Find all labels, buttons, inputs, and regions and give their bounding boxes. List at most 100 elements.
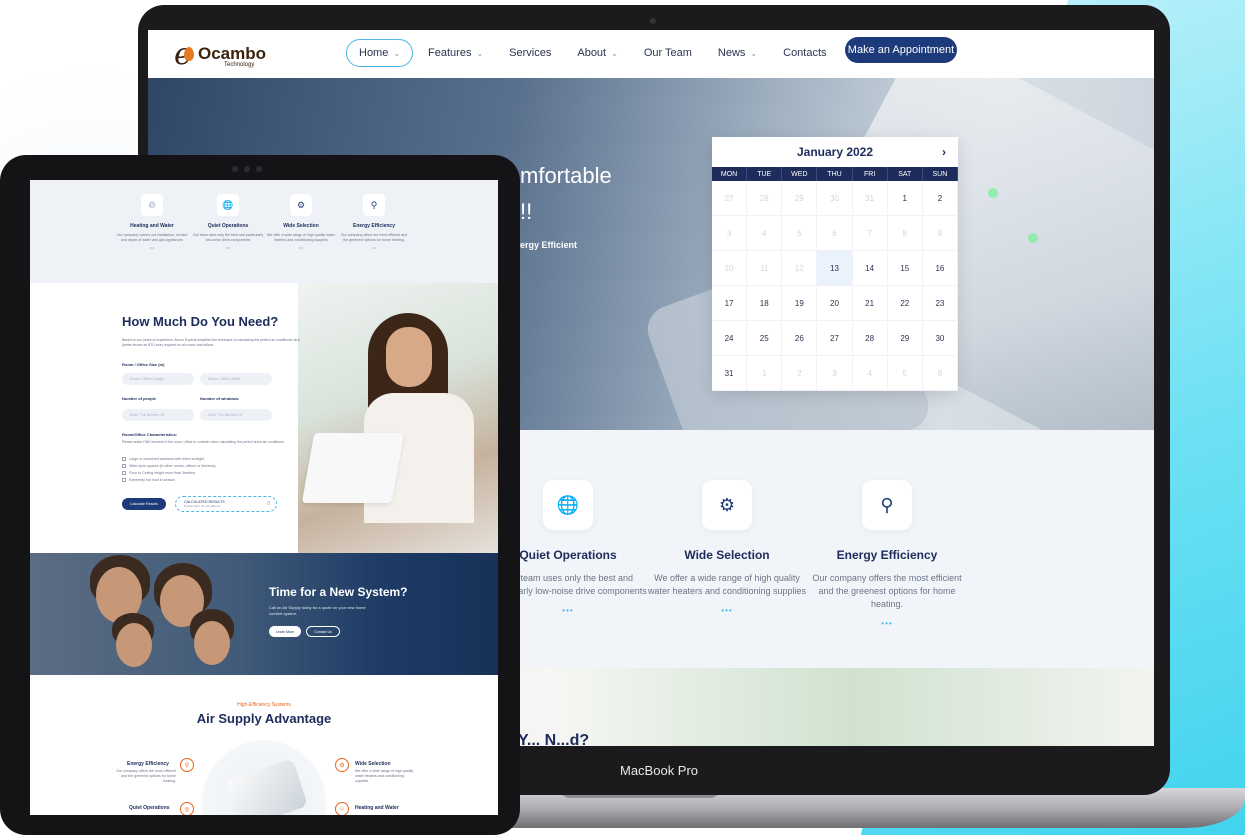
calendar-day[interactable]: 24 bbox=[712, 321, 748, 356]
calendar-day: 6 bbox=[922, 356, 958, 391]
contact-us-button[interactable]: Contact Us bbox=[306, 626, 340, 637]
people-label: Number of people bbox=[122, 396, 157, 401]
calendar-day: 6 bbox=[817, 216, 853, 251]
characteristics-label: Room/Office Characteristics: bbox=[122, 432, 178, 437]
gear-icon: ⚙ bbox=[335, 758, 349, 772]
people-input[interactable]: Enter The Number Of bbox=[122, 409, 194, 421]
more-dots-icon[interactable]: ••• bbox=[192, 245, 264, 250]
room-length-input[interactable]: Room / Office Length bbox=[122, 373, 194, 385]
calendar-day[interactable]: 31 bbox=[712, 356, 748, 391]
calendar-days-grid: 27 28 29 30 31 1 2 3 4 5 6 7 8 9 10 11 12 13 14 15 16 17 18 19 2… bbox=[712, 181, 958, 391]
calendar-day[interactable]: 23 bbox=[922, 286, 958, 321]
calendar-day[interactable]: 30 bbox=[922, 321, 958, 356]
calendar-day[interactable]: 17 bbox=[712, 286, 748, 321]
advantage-item-title: Quiet Operations bbox=[129, 805, 170, 811]
calendar-day: 28 bbox=[747, 181, 783, 216]
nav-label: Home bbox=[359, 47, 389, 59]
nav-item-news[interactable]: News ⌄ bbox=[705, 39, 770, 67]
site-logo[interactable]: e Ocambo Technology bbox=[174, 37, 284, 72]
option-checkbox[interactable]: Extremely hot hold in season bbox=[122, 478, 175, 482]
nav-item-home[interactable]: Home ⌄ bbox=[346, 39, 414, 67]
calendar-day[interactable]: 2 bbox=[922, 181, 958, 216]
hero-title-line-2: !! bbox=[520, 199, 533, 224]
windows-label: Number of windows: bbox=[200, 396, 240, 401]
checkbox-icon[interactable] bbox=[122, 464, 126, 468]
calendar-day[interactable]: 18 bbox=[747, 286, 783, 321]
calendar-day: 9 bbox=[922, 216, 958, 251]
nav-item-services[interactable]: Services bbox=[496, 39, 564, 67]
hero-title-line-1: mfortable bbox=[520, 163, 612, 188]
calendar-day[interactable]: 14 bbox=[852, 251, 888, 286]
calendar-day: 31 bbox=[852, 181, 888, 216]
calendar-day[interactable]: 28 bbox=[852, 321, 888, 356]
calendar-day[interactable]: 21 bbox=[852, 286, 888, 321]
faucet-icon: ⚲ bbox=[862, 480, 912, 530]
calendar-day: 10 bbox=[712, 251, 748, 286]
advantage-section: High-Efficiency Systems Air Supply Advan… bbox=[30, 675, 498, 815]
more-dots-icon[interactable]: ••• bbox=[338, 245, 410, 250]
advantage-item-title: Heating and Water bbox=[355, 805, 399, 811]
laptop-label: MacBook Pro bbox=[620, 763, 699, 778]
nav-item-our-team[interactable]: Our Team bbox=[631, 39, 705, 67]
option-checkbox[interactable]: Wide open spaces (in other rooms, office… bbox=[122, 464, 216, 468]
nav-item-about[interactable]: About ⌄ bbox=[564, 39, 630, 67]
learn-more-button[interactable]: Learn More bbox=[269, 626, 301, 637]
calendar-day[interactable]: 19 bbox=[782, 286, 818, 321]
feature-energy-efficiency: ⚲ Energy Efficiency Our company offers t… bbox=[787, 480, 987, 628]
option-checkbox[interactable]: Large or oversized windows with direct s… bbox=[122, 457, 204, 461]
results-value: 0 bbox=[267, 501, 270, 507]
feature-title: Wide Selection bbox=[283, 223, 319, 229]
calendar-day: 29 bbox=[782, 181, 818, 216]
nav-item-contacts[interactable]: Contacts bbox=[770, 39, 839, 67]
hero-title: mfortable !! bbox=[520, 158, 612, 230]
calendar-day: 1 bbox=[747, 356, 783, 391]
nav-item-features[interactable]: Features ⌄ bbox=[415, 39, 496, 67]
make-appointment-button[interactable]: Make an Appointment bbox=[845, 37, 957, 63]
gear-icon: ⚙ bbox=[290, 194, 312, 216]
checkbox-icon[interactable] bbox=[122, 457, 126, 461]
more-dots-icon[interactable]: ••• bbox=[787, 619, 987, 628]
checkbox-icon[interactable] bbox=[122, 471, 126, 475]
calendar-day[interactable]: 22 bbox=[887, 286, 923, 321]
calendar-day: 12 bbox=[782, 251, 818, 286]
new-system-banner: Time for a New System? Call an Air Suppl… bbox=[30, 553, 498, 675]
chevron-right-icon[interactable]: › bbox=[942, 145, 946, 159]
chevron-down-icon: ⌄ bbox=[393, 48, 401, 58]
calendar-day[interactable]: 16 bbox=[922, 251, 958, 286]
calendar-day: 11 bbox=[747, 251, 783, 286]
checkbox-icon[interactable] bbox=[122, 478, 126, 482]
calculated-results-box: CALCULATED RESULTS Perfect Size Air Cond… bbox=[175, 496, 277, 512]
drop-icon bbox=[184, 47, 194, 61]
globe-icon: 🌐 bbox=[543, 480, 593, 530]
calendar-day[interactable]: 29 bbox=[887, 321, 923, 356]
calendar-day[interactable]: 13 bbox=[817, 251, 853, 286]
hero-subtitle: ergy Efficient bbox=[520, 240, 578, 250]
weekday-label: FRI bbox=[853, 167, 888, 181]
windows-input[interactable]: Enter The Number Of bbox=[200, 409, 272, 421]
calendar-day[interactable]: 1 bbox=[887, 181, 923, 216]
tablet-feature-quiet-operations: 🌐 Quiet Operations Our team uses only th… bbox=[192, 194, 264, 250]
calendar-day[interactable]: 20 bbox=[817, 286, 853, 321]
chevron-down-icon: ⌄ bbox=[476, 48, 484, 58]
calculate-results-button[interactable]: Calculate Results bbox=[122, 498, 166, 510]
calendar-day[interactable]: 25 bbox=[747, 321, 783, 356]
more-dots-icon[interactable]: ••• bbox=[116, 245, 188, 250]
calendar-day[interactable]: 27 bbox=[817, 321, 853, 356]
tablet-features: ♲ Heating and Water Our company carries … bbox=[30, 180, 498, 283]
more-dots-icon[interactable]: ••• bbox=[265, 245, 337, 250]
calendar-day[interactable]: 26 bbox=[782, 321, 818, 356]
feature-description: Our team uses only the best and particul… bbox=[192, 233, 264, 242]
room-width-input[interactable]: Room / Office Width bbox=[200, 373, 272, 385]
tablet-feature-energy-efficiency: ⚲ Energy Efficiency Our company offers t… bbox=[338, 194, 410, 250]
calendar-day: 5 bbox=[782, 216, 818, 251]
advantage-item-title: Wide Selection bbox=[355, 761, 391, 767]
calendar-day: 3 bbox=[712, 216, 748, 251]
advantage-title: Air Supply Advantage bbox=[196, 711, 332, 726]
calendar-day[interactable]: 15 bbox=[887, 251, 923, 286]
calendar-day: 4 bbox=[747, 216, 783, 251]
recycle-icon: ♲ bbox=[335, 802, 349, 815]
laptop-camera bbox=[650, 18, 656, 24]
tablet-screen: ♲ Heating and Water Our company carries … bbox=[30, 180, 498, 815]
option-checkbox[interactable]: Floor to Ceiling height more than 3meter… bbox=[122, 471, 195, 475]
next-section-heading: Y... N...d? bbox=[518, 732, 590, 746]
